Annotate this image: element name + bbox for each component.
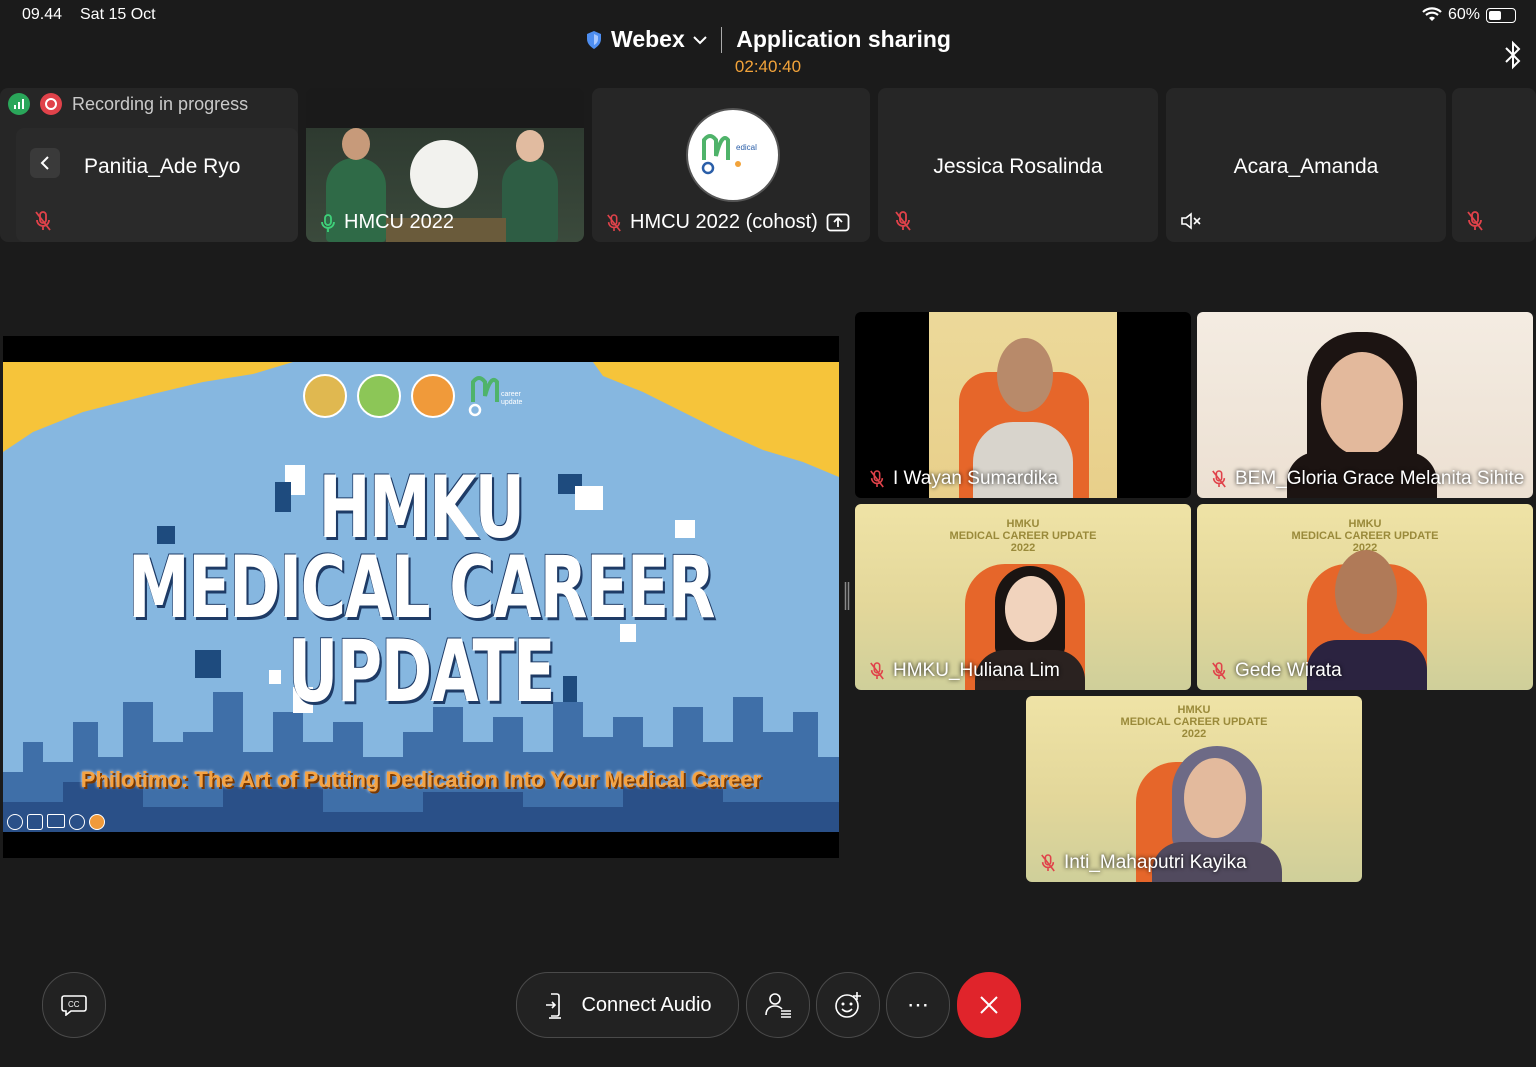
video-tile[interactable]: I Wayan Sumardika [855, 312, 1191, 498]
participant-tile[interactable]: HMCU 2022 [306, 88, 584, 242]
participant-tile[interactable] [1452, 88, 1536, 242]
audio-connect-icon [546, 993, 562, 1019]
participant-name: BEM_Gloria Grace Melanita Sihite [1235, 468, 1525, 489]
sponsor-logos: career update [303, 374, 541, 418]
event-logo: careerupdate [468, 376, 523, 417]
video-tile[interactable]: BEM_Gloria Grace Melanita Sihite [1197, 312, 1533, 498]
status-indicators: 60% [1422, 6, 1516, 24]
app-switcher[interactable]: Webex [585, 26, 707, 53]
status-date: Sat 15 Oct [80, 6, 156, 23]
record-icon [40, 93, 62, 115]
participant-tile[interactable]: Recording in progress Panitia_Ade Ryo [0, 88, 298, 242]
slide-title-line: UPDATE [287, 622, 556, 722]
reactions-button[interactable] [816, 972, 880, 1038]
logo-text: edical [736, 143, 757, 152]
university-logo [303, 374, 347, 418]
participant-tile[interactable]: Acara_Amanda [1166, 88, 1446, 242]
recording-indicator: Recording in progress [8, 93, 248, 115]
participant-name: HMKU_Huliana Lim [893, 660, 1060, 681]
mic-muted-icon [1041, 854, 1055, 872]
virtual-background-text: HMKU MEDICAL CAREER UPDATE 2022 [949, 518, 1097, 554]
close-icon [980, 996, 998, 1014]
video-tile[interactable]: HMKU MEDICAL CAREER UPDATE 2022 Inti_Mahap… [1026, 696, 1362, 882]
mic-muted-icon [1212, 662, 1226, 680]
cc-icon: CC [61, 995, 87, 1016]
header-divider [720, 26, 723, 53]
meeting-timer: 02:40:40 [734, 57, 802, 76]
participant-label: HMCU 2022 [320, 211, 454, 234]
participant-label: Gede Wirata [1211, 660, 1342, 682]
more-icon[interactable] [69, 814, 85, 830]
back-icon[interactable] [7, 814, 23, 830]
recording-label: Recording in progress [72, 93, 249, 114]
shield-icon [587, 30, 602, 49]
signal-icon [8, 93, 30, 115]
mic-muted-icon [895, 211, 911, 231]
faculty-logo [357, 374, 401, 418]
virtual-background-text: HMKU MEDICAL CAREER UPDATE 2022 [1120, 704, 1268, 740]
participant-name: HMCU 2022 [344, 211, 455, 233]
virtual-background-text: HMKU MEDICAL CAREER UPDATE 2022 [1291, 518, 1439, 554]
more-icon: ⋯ [907, 992, 929, 1017]
share-mode-title: Application sharing [736, 26, 951, 52]
more-options-button[interactable]: ⋯ [886, 972, 950, 1038]
participant-label: BEM_Gloria Grace Melanita Sihite [1211, 468, 1524, 490]
participant-name: I Wayan Sumardika [893, 468, 1059, 489]
mic-muted-icon [870, 470, 884, 488]
participant-label: Inti_Mahaputri Kayika [1040, 852, 1247, 874]
video-tile[interactable]: HMKU MEDICAL CAREER UPDATE 2022 HMKU_Hulia… [855, 504, 1191, 690]
closed-captions-button[interactable]: CC [42, 972, 106, 1038]
speaker-muted-icon [1181, 212, 1201, 230]
presenter-toolbar[interactable] [7, 814, 105, 830]
participant-label: HMCU 2022 (cohost) [606, 211, 850, 234]
participant-name: Gede Wirata [1235, 660, 1342, 681]
mic-muted-icon [870, 662, 884, 680]
participant-name: HMCU 2022 (cohost) [630, 211, 818, 233]
participants-button[interactable] [746, 972, 810, 1038]
participant-name: Inti_Mahaputri Kayika [1064, 852, 1247, 873]
chevron-left-icon [40, 156, 49, 170]
connect-audio-label: Connect Audio [581, 993, 712, 1016]
participant-name: Panitia_Ade Ryo [84, 155, 241, 178]
video-tile[interactable]: HMKU MEDICAL CAREER UPDATE 2022 Gede Wirat… [1197, 504, 1533, 690]
collapse-strip-button[interactable] [30, 148, 60, 178]
share-screen-icon [826, 213, 850, 231]
participant-name: Acara_Amanda [1233, 155, 1379, 178]
svg-text:career: career [501, 391, 522, 398]
battery-icon [1486, 7, 1516, 23]
app-name: Webex [611, 26, 685, 52]
participant-label: I Wayan Sumardika [869, 468, 1058, 490]
mic-icon [321, 213, 335, 232]
participant-tile[interactable]: Jessica Rosalinda [878, 88, 1158, 242]
participant-label: HMKU_Huliana Lim [869, 660, 1060, 682]
leave-meeting-button[interactable] [957, 972, 1021, 1038]
svg-text:update: update [501, 399, 523, 406]
presentation-slide: career update HMKU MEDICAL CAREER UPDATE … [3, 362, 839, 832]
avatar: edical [686, 108, 780, 202]
connect-audio-button[interactable]: Connect Audio [516, 972, 739, 1038]
slide-subtitle: Philotimo: The Art of Putting Dedication… [80, 767, 762, 792]
mic-muted-icon [1212, 470, 1226, 488]
split-handle[interactable] [844, 582, 850, 610]
status-time: 09.44 [22, 6, 63, 23]
association-logo [411, 374, 455, 418]
pen-icon[interactable] [27, 814, 43, 830]
battery-percent: 60% [1447, 6, 1480, 23]
bluetooth-icon [1505, 40, 1521, 70]
mic-muted-icon [607, 213, 621, 231]
participants-icon [765, 993, 791, 1018]
mic-muted-icon [1467, 211, 1483, 231]
pointer-icon[interactable] [89, 814, 105, 830]
svg-text:CC: CC [68, 1000, 80, 1009]
mic-muted-icon [35, 211, 51, 231]
participant-name: Jessica Rosalinda [933, 155, 1103, 178]
wifi-icon [1422, 7, 1442, 21]
captions-icon[interactable] [47, 814, 65, 828]
shared-content[interactable]: career update HMKU MEDICAL CAREER UPDATE … [3, 336, 839, 858]
chevron-down-icon [693, 35, 707, 44]
emoji-add-icon [835, 992, 861, 1018]
meeting-header: Webex Application sharing 02:40:40 [0, 24, 1536, 84]
participant-tile[interactable]: edical HMCU 2022 (cohost) [592, 88, 870, 242]
